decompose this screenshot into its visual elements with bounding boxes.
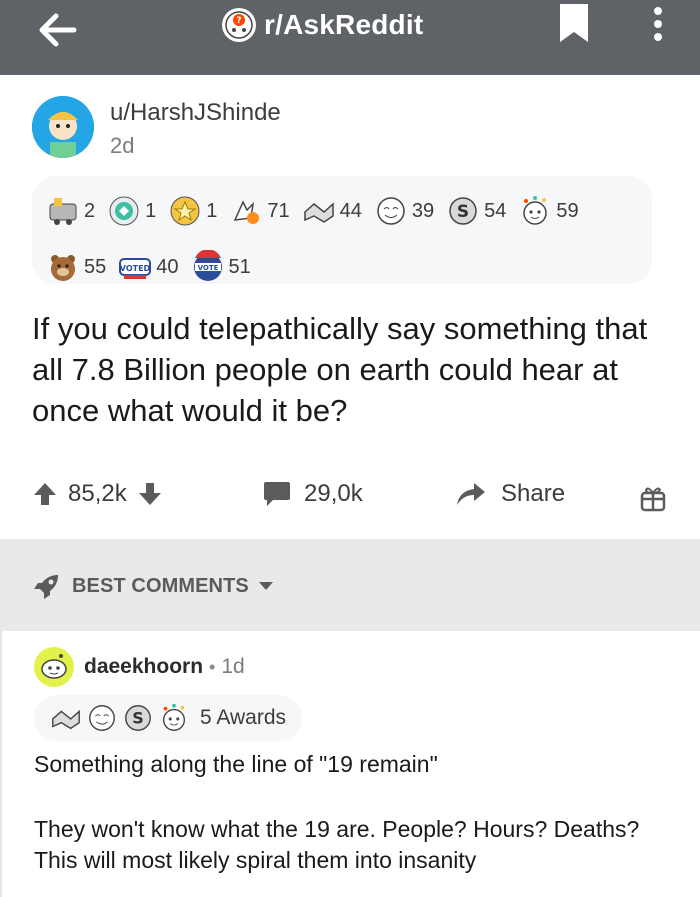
wholesome-face-award-icon — [89, 705, 115, 731]
share-button[interactable]: Share — [455, 480, 565, 508]
awards-count-label: 5 Awards — [200, 706, 286, 729]
comment-age: 1d — [221, 655, 245, 678]
train-award-icon — [49, 198, 77, 225]
vote-control: 85,2k — [32, 480, 163, 508]
comment-body: Something along the line of "19 remain" … — [34, 749, 684, 897]
award-count: 44 — [339, 199, 362, 222]
award-item: 71 — [229, 194, 290, 228]
subreddit-icon: ? — [222, 8, 256, 42]
award-item: 59 — [518, 194, 579, 228]
separator-dot: • — [209, 656, 216, 677]
award-gift-button[interactable] — [640, 484, 666, 517]
award-item: 2 — [46, 194, 95, 228]
award-item: 1 — [107, 194, 156, 228]
award-count: 59 — [556, 199, 579, 222]
award-count: 51 — [228, 255, 251, 278]
awards-row: 2 1 1 71 44 39 S 54 59 — [46, 192, 652, 230]
post-author-name[interactable]: u/HarshJShinde — [110, 99, 281, 127]
bookmark-icon[interactable] — [556, 4, 592, 44]
svg-text:?: ? — [236, 16, 241, 26]
award-item: 1 — [168, 194, 217, 228]
subreddit-name: r/AskReddit — [264, 9, 424, 40]
party-face-award-icon — [162, 703, 186, 731]
svg-text:VOTE: VOTE — [197, 264, 218, 272]
post-score: 85,2k — [68, 480, 127, 507]
avatar[interactable] — [32, 96, 94, 158]
award-count: 55 — [84, 255, 107, 278]
award-count: 1 — [145, 199, 157, 222]
comment-sort-bar: BEST COMMENTS — [0, 539, 700, 631]
award-count: 54 — [484, 199, 507, 222]
gold-award-icon — [170, 196, 200, 226]
comment-paragraph: Something along the line of "19 remain" — [34, 751, 438, 777]
gift-icon — [640, 487, 666, 512]
handshake-award-icon — [303, 202, 334, 223]
comments-button[interactable]: 29,0k — [262, 480, 363, 508]
award-item: 39 — [374, 194, 434, 228]
more-vertical-icon[interactable] — [650, 4, 666, 44]
caret-down-icon — [258, 582, 273, 590]
sort-label: BEST COMMENTS — [72, 574, 249, 597]
award-count: 1 — [206, 199, 218, 222]
voted-award-icon: VOTED — [119, 258, 152, 279]
post-actions-bar: 85,2k 29,0k Share — [0, 470, 700, 530]
platinum-award-icon — [109, 196, 139, 226]
avatar[interactable] — [34, 647, 74, 687]
post-title: If you could telepathically say somethin… — [32, 311, 648, 428]
snoo-face-icon — [41, 654, 67, 679]
comment: daeekhoorn • 1d S 5 Awards Something alo… — [0, 631, 700, 897]
award-item: 44 — [302, 194, 362, 228]
awards-row: 55 VOTED 40 VOTE 51 — [46, 248, 652, 286]
comment-awards[interactable]: S 5 Awards — [34, 695, 302, 741]
silver-s-award-icon: S — [125, 705, 151, 731]
upvote-icon[interactable] — [32, 481, 58, 507]
wholesome-face-award-icon — [377, 197, 405, 225]
award-count: 39 — [411, 199, 435, 222]
back-arrow-icon[interactable] — [30, 10, 80, 50]
sort-dropdown[interactable]: BEST COMMENTS — [32, 571, 275, 601]
svg-text:S: S — [457, 202, 469, 222]
post-author: u/HarshJShinde 2d — [32, 96, 281, 159]
party-face-award-icon — [523, 196, 548, 225]
share-label: Share — [501, 480, 566, 507]
comment-author[interactable]: daeekhoorn — [84, 655, 203, 679]
post-age: 2d — [110, 133, 135, 158]
top-app-bar: ? r/AskReddit — [0, 0, 700, 75]
silver-s-award-icon: S — [449, 197, 477, 225]
award-count: 40 — [156, 255, 179, 278]
handshake-award-icon — [52, 709, 80, 730]
vote-award-icon: VOTE — [193, 250, 222, 281]
rocket-icon — [34, 575, 58, 599]
award-count: 71 — [267, 199, 290, 222]
award-item: VOTED 40 — [118, 250, 179, 284]
comments-count: 29,0k — [304, 480, 363, 507]
comment-bubble-icon — [264, 482, 290, 506]
award-item: VOTE 51 — [191, 250, 251, 284]
bear-award-icon — [51, 255, 75, 281]
awards-panel[interactable]: 2 1 1 71 44 39 S 54 59 55 VOTED 40 VOTE … — [32, 176, 652, 284]
comment-header: daeekhoorn • 1d — [34, 647, 245, 687]
svg-text:S: S — [132, 709, 144, 728]
svg-text:VOTED: VOTED — [120, 264, 151, 273]
comment-paragraph: They won't know what the 19 are. People?… — [34, 816, 640, 873]
downvote-icon[interactable] — [137, 481, 163, 507]
award-item: 55 — [46, 250, 106, 284]
hand-fire-award-icon — [234, 200, 260, 224]
award-item: S 54 — [446, 194, 506, 228]
share-arrow-icon — [457, 483, 485, 505]
subreddit-header[interactable]: ? r/AskReddit — [222, 5, 423, 45]
award-count: 2 — [84, 199, 96, 222]
